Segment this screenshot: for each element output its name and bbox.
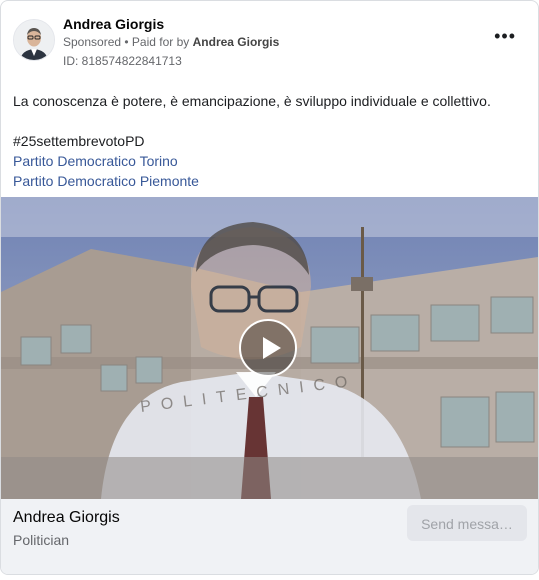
post-hashtag: #25settembrevotoPD — [13, 133, 145, 149]
page-tag-piemonte[interactable]: Partito Democratico Piemonte — [13, 171, 526, 191]
post-body: La conoscenza è potere, è emancipazione,… — [13, 91, 526, 191]
page-avatar[interactable] — [13, 19, 55, 61]
page-name[interactable]: Andrea Giorgis — [63, 16, 164, 32]
post-header: Andrea Giorgis Sponsored • Paid for by A… — [13, 15, 526, 71]
ad-footer: Andrea Giorgis Politician Send messa… — [1, 499, 538, 574]
footer-page-name[interactable]: Andrea Giorgis — [13, 509, 120, 527]
sponsored-meta: Sponsored • Paid for by Andrea Giorgis — [63, 35, 279, 49]
play-icon — [263, 337, 281, 359]
more-options-icon[interactable]: ••• — [494, 27, 516, 45]
play-button[interactable] — [239, 319, 297, 377]
footer-category: Politician — [13, 532, 70, 548]
ad-card: Andrea Giorgis Sponsored • Paid for by A… — [0, 0, 539, 575]
post-text: La conoscenza è potere, è emancipazione,… — [13, 93, 491, 109]
video-thumbnail[interactable]: POLITECNICO — [1, 197, 538, 499]
page-tag-torino[interactable]: Partito Democratico Torino — [13, 151, 526, 171]
sponsored-label: Sponsored — [63, 35, 122, 49]
send-message-button[interactable]: Send messa… — [407, 505, 527, 541]
ad-id: ID: 818574822841713 — [63, 54, 182, 68]
paid-for-by: Andrea Giorgis — [192, 35, 280, 49]
paid-for-prefix: • Paid for by — [121, 35, 193, 49]
